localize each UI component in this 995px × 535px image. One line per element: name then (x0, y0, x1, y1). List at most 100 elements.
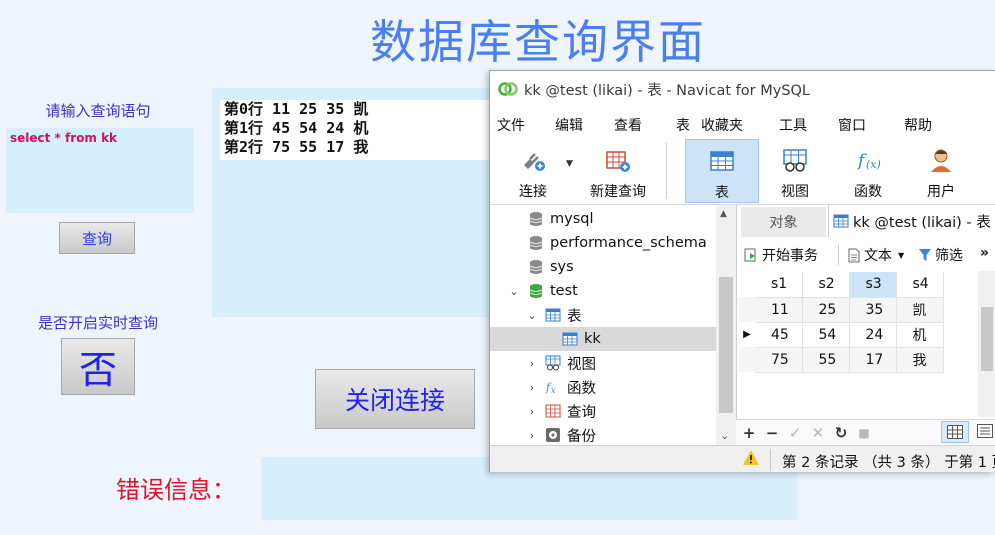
chevron-right-icon[interactable]: › (526, 429, 538, 442)
begin-transaction-button[interactable]: 开始事务 (744, 245, 818, 265)
document-icon (848, 248, 860, 262)
more-tools-button[interactable]: » (980, 245, 989, 261)
plug-icon (524, 153, 545, 171)
chevron-down-icon[interactable]: ⌄ (508, 285, 520, 298)
menu-table[interactable]: 表 (676, 115, 690, 135)
add-record-button[interactable]: + (740, 424, 758, 442)
form-view-toggle[interactable] (973, 421, 995, 443)
chevron-right-icon[interactable]: › (526, 405, 538, 418)
table-icon (833, 214, 849, 228)
grid-cell[interactable]: 24 (849, 322, 897, 348)
result-line: 第2行 75 55 17 我 (224, 138, 369, 156)
scroll-up-icon[interactable]: ▲ (720, 209, 727, 219)
database-icon (529, 212, 543, 226)
menu-window[interactable]: 窗口 (838, 115, 866, 135)
menu-file[interactable]: 文件 (497, 115, 525, 135)
form-view-icon (977, 424, 993, 438)
menu-help[interactable]: 帮助 (904, 115, 932, 135)
grid-view-toggle[interactable] (941, 421, 969, 443)
tab-objects[interactable]: 对象 (741, 207, 826, 237)
tree-scrollbar-thumb[interactable] (719, 277, 733, 413)
function-icon: f (x) (856, 151, 881, 171)
filter-button[interactable]: 筛选 (918, 245, 963, 265)
column-header[interactable]: s2 (802, 272, 850, 298)
database-icon (529, 260, 543, 274)
grid-cell[interactable]: 11 (755, 297, 803, 323)
grid-toolbar: 开始事务 文本 ▼ 筛选 » (736, 239, 995, 269)
menu-tools[interactable]: 工具 (779, 115, 807, 135)
grid-cell[interactable]: 凯 (896, 297, 944, 323)
text-view-button[interactable]: 文本 ▼ (848, 245, 904, 265)
status-divider (770, 449, 771, 471)
chevron-right-icon[interactable]: › (526, 357, 538, 370)
grid-cell[interactable]: 25 (802, 297, 850, 323)
tree-item-tables[interactable]: ⌄ 表 (490, 303, 716, 327)
toolbar-user-button[interactable]: 用户 (908, 139, 974, 203)
current-row-icon: ▶ (739, 322, 755, 347)
query-button[interactable]: 查询 (59, 222, 135, 254)
grid-cell[interactable]: 17 (849, 347, 897, 373)
refresh-button[interactable]: ↻ (832, 424, 850, 442)
warning-icon (743, 450, 759, 465)
chevron-right-icon[interactable]: › (526, 381, 538, 394)
column-header[interactable]: s3 (849, 272, 897, 298)
query-input[interactable]: select * from kk (6, 128, 194, 213)
realtime-toggle-button[interactable]: 否 (61, 338, 135, 395)
table-row[interactable]: 11 25 35 凯 (739, 297, 944, 323)
menu-edit[interactable]: 编辑 (555, 115, 583, 135)
table-row[interactable]: ▶ 45 54 24 机 (739, 322, 944, 348)
column-header[interactable]: s4 (896, 272, 944, 298)
toolbar-table-button[interactable]: 表 (685, 139, 759, 203)
menu-favorites[interactable]: 收藏夹 (701, 115, 743, 135)
query-icon (545, 404, 561, 418)
toolbar-new-query-button[interactable]: 新建查询 (576, 139, 660, 203)
menu-view[interactable]: 查看 (614, 115, 642, 135)
data-grid: s1 s2 s3 s4 11 25 35 凯 ▶ 45 54 24 机 75 5… (739, 272, 944, 373)
grid-view-icon (947, 425, 963, 439)
tree-item-backups[interactable]: › 备份 (490, 423, 716, 447)
chevron-down-icon[interactable]: ▼ (566, 159, 573, 169)
tree-item-queries[interactable]: › 查询 (490, 399, 716, 423)
toolbar-label: 用户 (927, 184, 955, 200)
row-marker (739, 272, 755, 297)
grid-cell[interactable]: 35 (849, 297, 897, 323)
grid-cell[interactable]: 54 (802, 322, 850, 348)
tree-item-views[interactable]: › 视图 (490, 351, 716, 375)
status-bar: 第 2 条记录 （共 3 条） 于第 1 页 (490, 445, 995, 472)
grid-cell[interactable]: 我 (896, 347, 944, 373)
tree-item-mysql[interactable]: mysql (490, 207, 716, 231)
delete-record-button[interactable]: − (763, 424, 781, 442)
page-title: 数据库查询界面 (370, 15, 706, 69)
discard-changes-button[interactable]: ✕ (809, 424, 827, 442)
tree-item-sys[interactable]: sys (490, 255, 716, 279)
scroll-down-icon[interactable]: ⌄ (720, 429, 729, 442)
toolbar-divider (838, 245, 839, 265)
chevron-down-icon[interactable]: ⌄ (526, 309, 538, 322)
chevron-down-icon: ▼ (898, 250, 905, 260)
user-icon (931, 149, 951, 172)
table-row[interactable]: 75 55 17 我 (739, 347, 944, 373)
column-header[interactable]: s1 (755, 272, 803, 298)
grid-cell[interactable]: 75 (755, 347, 803, 373)
tab-kk-table[interactable]: kk @test (likai) - 表 (828, 205, 995, 237)
toolbar-label: 表 (715, 185, 729, 201)
toolbar-connect-button[interactable]: 连接 (504, 139, 562, 203)
view-icon (545, 355, 561, 371)
toolbar-view-button[interactable]: 视图 (762, 139, 828, 203)
stop-button[interactable]: ■ (855, 426, 873, 440)
grid-cell[interactable]: 45 (755, 322, 803, 348)
close-connection-button[interactable]: 关闭连接 (315, 369, 475, 429)
toolbar-label: 函数 (854, 184, 882, 200)
apply-changes-button[interactable]: ✓ (786, 424, 804, 442)
toolbar-function-button[interactable]: f (x) 函数 (835, 139, 901, 203)
tree-item-performance-schema[interactable]: performance_schema (490, 231, 716, 255)
query-label: 请输入查询语句 (45, 102, 151, 120)
grid-cell[interactable]: 55 (802, 347, 850, 373)
navicat-titlebar[interactable]: kk @test (likai) - 表 - Navicat for MySQL (490, 71, 995, 107)
connection-tree: mysql performance_schema sys ⌄ test ⌄ 表 … (490, 205, 736, 445)
grid-scrollbar-thumb[interactable] (981, 307, 993, 371)
tree-item-test[interactable]: ⌄ test (490, 279, 716, 303)
tree-item-functions[interactable]: › fx 函数 (490, 375, 716, 399)
tree-item-kk[interactable]: kk (490, 327, 716, 351)
grid-cell[interactable]: 机 (896, 322, 944, 348)
